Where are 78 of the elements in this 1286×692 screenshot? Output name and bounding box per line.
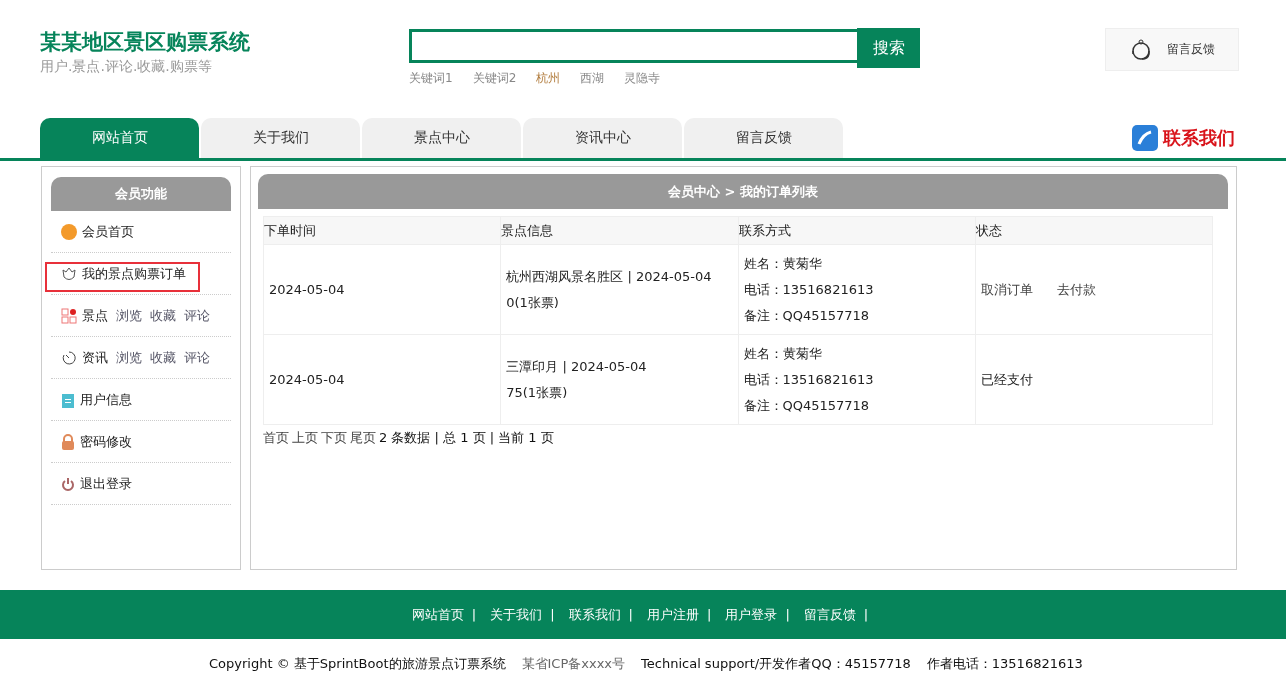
footer-separator: | <box>863 607 869 622</box>
footer-link[interactable]: 留言反馈 <box>803 605 856 624</box>
column-header: 状态 <box>975 216 1213 245</box>
breadcrumb: 会员中心 > 我的订单列表 <box>258 174 1228 209</box>
order-status: 已经支付 <box>980 370 1034 389</box>
keyword-link[interactable]: 关键词2 <box>472 70 517 87</box>
feedback-button[interactable]: 留言反馈 <box>1105 28 1239 71</box>
search-field[interactable] <box>409 29 857 63</box>
sidebar-sublink[interactable]: 收藏 <box>150 348 176 367</box>
sidebar-sublink[interactable]: 评论 <box>184 348 210 367</box>
sidebar-link[interactable]: 资讯 <box>82 348 108 367</box>
nav-tab[interactable]: 网站首页 <box>40 118 199 158</box>
timer-icon <box>61 349 77 366</box>
pagination-link[interactable]: 下页 <box>321 429 347 447</box>
price-info: 0(1张票) <box>506 293 560 312</box>
footer-separator: | <box>785 607 790 622</box>
nav-tab[interactable]: 景点中心 <box>362 118 521 158</box>
sidebar-sublink[interactable]: 收藏 <box>150 306 176 325</box>
power-icon <box>61 476 75 491</box>
column-header: 联系方式 <box>738 216 976 245</box>
order-action-link[interactable]: 去付款 <box>1056 281 1096 297</box>
footer-link[interactable]: 用户注册 <box>647 605 699 624</box>
contact-line: 备注：QQ45157718 <box>743 396 871 415</box>
table-cell: 2024-05-04 <box>263 334 501 425</box>
column-header: 下单时间 <box>263 216 501 245</box>
lock-icon <box>61 433 75 450</box>
flower-icon <box>61 265 77 282</box>
footer-link[interactable]: 联系我们 <box>568 605 621 624</box>
nav-tab[interactable]: 关于我们 <box>201 118 360 158</box>
sidebar-link[interactable]: 退出登录 <box>80 474 132 493</box>
footer-link[interactable]: 网站首页 <box>411 605 464 624</box>
sidebar-sublink[interactable]: 评论 <box>184 306 210 325</box>
footer-link[interactable]: 关于我们 <box>490 605 543 624</box>
nav-tab[interactable]: 资讯中心 <box>523 118 682 158</box>
phone-text: 作者电话：13516821613 <box>926 655 1083 673</box>
contact-line: 电话：13516821613 <box>743 280 875 299</box>
icp-text: 某省ICP备xxxx号 <box>521 655 626 673</box>
keyword-link[interactable]: 灵隐寺 <box>624 70 661 87</box>
footer-link[interactable]: 用户登录 <box>725 605 778 624</box>
sidebar-link[interactable]: 景点 <box>82 306 108 325</box>
sidebar-sublink[interactable]: 浏览 <box>116 306 142 325</box>
price-info: 75(1张票) <box>506 383 569 402</box>
keyword-link[interactable]: 杭州 <box>536 70 561 87</box>
footer-separator: | <box>707 607 712 622</box>
footer-separator: | <box>550 607 555 622</box>
pagination-link[interactable]: 上页 <box>292 429 318 447</box>
contact-line: 姓名：黄菊华 <box>743 344 823 363</box>
contact-line: 电话：13516821613 <box>743 370 875 389</box>
pagination-link[interactable]: 尾页 <box>350 429 376 447</box>
sidebar-link[interactable]: 会员首页 <box>82 222 134 241</box>
pagination-summary: 2 条数据 | 总 1 页 | 当前 1 页 <box>379 429 554 447</box>
spot-info: 三潭印月 | 2024-05-04 <box>506 357 648 376</box>
contact-line: 备注：QQ45157718 <box>743 306 871 325</box>
site-title: 某某地区景区购票系统 <box>40 29 251 56</box>
sidebar-link[interactable]: 我的景点购票订单 <box>82 264 186 283</box>
contact-line: 姓名：黄菊华 <box>743 254 823 273</box>
site-subtitle: 用户.景点.评论.收藏.购票等 <box>40 57 213 76</box>
keyword-link[interactable]: 西湖 <box>580 70 605 87</box>
nav-tab[interactable]: 留言反馈 <box>684 118 843 158</box>
sidebar-sublink[interactable]: 浏览 <box>116 348 142 367</box>
footer-separator: | <box>471 607 477 622</box>
table-cell: 2024-05-04 <box>263 244 501 335</box>
footer-separator: | <box>628 607 633 622</box>
clipboard-icon <box>61 391 75 408</box>
home-badge-icon <box>61 223 77 240</box>
sidebar-title: 会员功能 <box>51 177 231 211</box>
copyright-text: Copyright © 基于SprintBoot的旅游景点订票系统 <box>209 655 506 673</box>
keyword-link[interactable]: 关键词1 <box>409 70 453 87</box>
contact-link[interactable]: 联系我们 <box>1131 124 1235 152</box>
column-header: 景点信息 <box>500 216 738 245</box>
spot-info: 杭州西湖风景名胜区 | 2024-05-04 <box>506 267 713 286</box>
search-button[interactable]: 搜索 <box>857 28 920 68</box>
order-action-link[interactable]: 取消订单 <box>980 281 1033 297</box>
support-text: Technical support/开发作者QQ：45157718 <box>641 655 911 673</box>
sidebar-link[interactable]: 密码修改 <box>80 432 132 451</box>
pagination-link[interactable]: 首页 <box>263 429 289 447</box>
sidebar-link[interactable]: 用户信息 <box>80 390 132 409</box>
grid-icon <box>61 307 77 324</box>
